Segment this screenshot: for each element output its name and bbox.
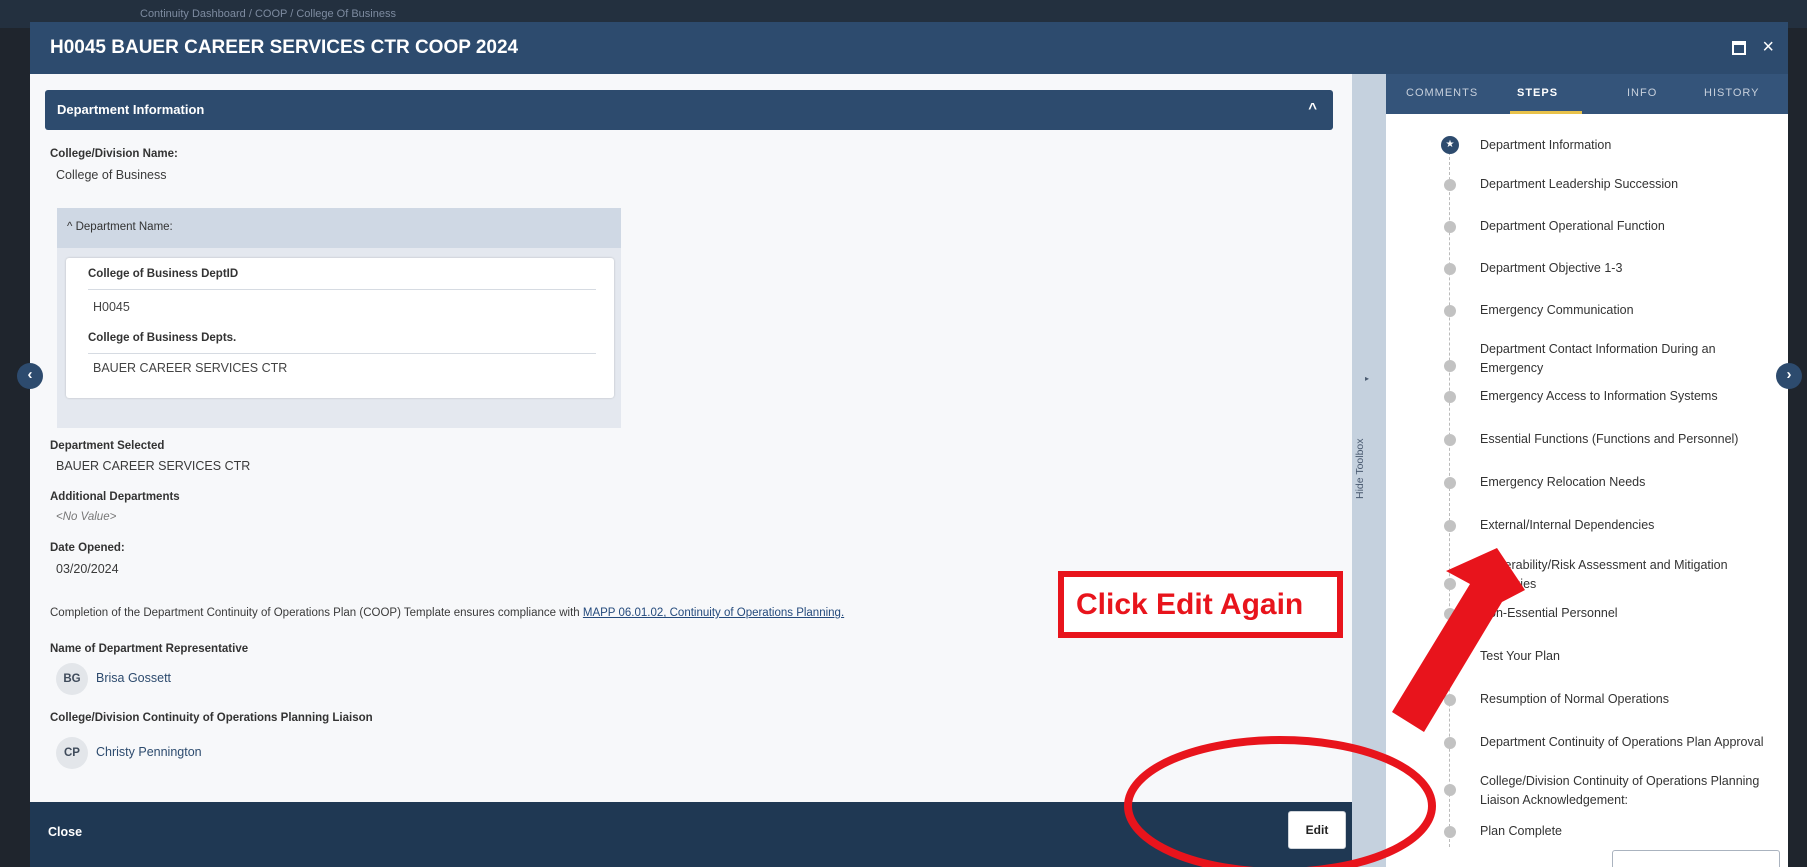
callout-text: Click Edit Again (1076, 588, 1304, 621)
highlight-circle (1124, 736, 1436, 867)
annotation-overlay (1124, 548, 1525, 867)
annotation-callout: Click Edit Again (1058, 571, 1343, 638)
red-arrow-icon (1392, 548, 1525, 732)
